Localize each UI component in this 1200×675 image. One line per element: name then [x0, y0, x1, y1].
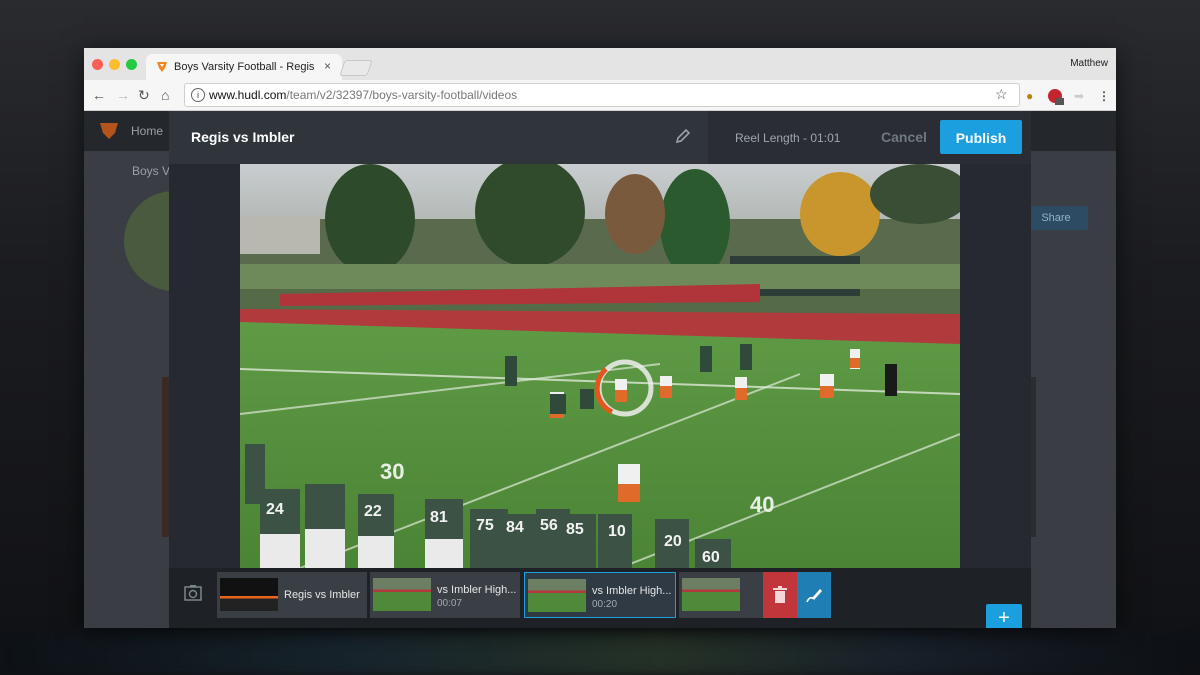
jersey-number: 24	[266, 501, 284, 518]
camera-icon[interactable]	[184, 584, 202, 602]
clip-duration: 00:07	[437, 598, 463, 609]
back-icon[interactable]: ←	[92, 87, 106, 103]
window-maximize-button[interactable]	[126, 59, 137, 70]
site-nav-home[interactable]: Home	[131, 124, 163, 138]
timeline-clip-selected[interactable]: vs Imbler High... 00:20	[524, 572, 676, 618]
abp-badge-icon	[1048, 89, 1064, 105]
yard-number: 40	[750, 492, 774, 517]
jersey-number: 81	[430, 509, 448, 526]
hudl-favicon-icon	[157, 62, 167, 72]
clip-duration: 00:20	[592, 599, 618, 610]
url-host: www.hudl.com	[209, 88, 287, 102]
info-icon[interactable]: i	[191, 88, 205, 102]
clip-label: vs Imbler High...	[592, 585, 672, 597]
extension-disabled-icon[interactable]: ➡	[1074, 89, 1084, 103]
reel-length: Reel Length - 01:01	[735, 131, 841, 145]
team-avatar	[124, 191, 174, 291]
browser-toolbar: ← → ↻ ⌂ i www.hudl.com/team/v2/32397/boy…	[84, 80, 1116, 111]
tree	[800, 172, 880, 256]
clip-label: vs Imbler High...	[437, 584, 517, 596]
cancel-button[interactable]: Cancel	[881, 129, 927, 145]
jersey-number: 60	[702, 549, 720, 566]
jersey-number: 85	[566, 521, 584, 538]
clip-thumbnail	[220, 578, 278, 611]
timeline-clip[interactable]: Regis vs Imbler	[217, 572, 367, 618]
publish-button[interactable]: Publish	[940, 120, 1022, 154]
editor-actions: Reel Length - 01:01 Cancel Publish	[708, 111, 1031, 164]
url-text: www.hudl.com/team/v2/32397/boys-varsity-…	[209, 88, 517, 102]
site-team-name[interactable]: Boys V	[132, 164, 170, 178]
clip-thumbnail	[528, 579, 586, 612]
video-frame: 30 40 24 22 81 75 84 56 85 10 20 60	[240, 164, 960, 568]
jersey-number: 56	[540, 517, 558, 534]
address-bar[interactable]: i www.hudl.com/team/v2/32397/boys-varsit…	[184, 83, 1020, 107]
editor-header: Regis vs Imbler Reel Length - 01:01 Canc…	[169, 111, 1031, 164]
browser-tab[interactable]: Boys Varsity Football - Regis ×	[146, 54, 342, 80]
reel-title[interactable]: Regis vs Imbler	[191, 129, 295, 145]
jersey-number: 84	[506, 519, 524, 536]
clip-timeline: Regis vs Imbler vs Imbler High... 00:07 …	[169, 568, 1031, 628]
menu-icon[interactable]: ⋮	[1098, 89, 1110, 103]
clip-label: Regis vs Imbler	[284, 589, 360, 601]
trash-icon	[773, 586, 787, 603]
extension-acorn-icon[interactable]: ●	[1026, 89, 1033, 103]
backdrop-glow	[0, 630, 1200, 675]
extension-abp-icon[interactable]	[1048, 89, 1064, 108]
referee	[885, 364, 897, 396]
field-far	[240, 264, 960, 289]
star-icon[interactable]: ☆	[995, 86, 1008, 103]
tab-title: Boys Varsity Football - Regis	[174, 61, 315, 73]
window-close-button[interactable]	[92, 59, 103, 70]
page-content: Home Boys V Share Regis vs Imbler Reel L…	[84, 111, 1116, 628]
reel-editor-modal: Regis vs Imbler Reel Length - 01:01 Canc…	[169, 111, 1031, 628]
pencil-icon[interactable]	[674, 127, 692, 145]
video-player[interactable]: 30 40 24 22 81 75 84 56 85 10 20 60	[240, 164, 960, 568]
tab-strip: Boys Varsity Football - Regis × Matthew	[84, 48, 1116, 80]
window-minimize-button[interactable]	[109, 59, 120, 70]
delete-clip-button[interactable]	[763, 572, 797, 618]
jersey-number: 10	[608, 523, 626, 540]
yard-number: 30	[380, 459, 404, 484]
url-path: /team/v2/32397/boys-varsity-football/vid…	[286, 88, 518, 102]
new-tab-button[interactable]	[339, 60, 373, 76]
forward-icon[interactable]: →	[116, 87, 130, 103]
add-clip-button[interactable]: +	[986, 604, 1022, 628]
share-button[interactable]: Share	[1024, 206, 1088, 230]
jersey-number: 22	[364, 503, 382, 520]
tree	[660, 169, 730, 279]
timeline-clip[interactable]	[679, 572, 763, 618]
profile-name[interactable]: Matthew	[1070, 58, 1108, 69]
house	[240, 216, 320, 254]
clip-thumbnail	[682, 578, 740, 611]
timeline-clip[interactable]: vs Imbler High... 00:07	[370, 572, 520, 618]
tree	[325, 164, 415, 274]
reload-icon[interactable]: ↻	[138, 87, 150, 103]
hudl-logo-icon[interactable]	[98, 121, 120, 141]
draw-icon	[806, 589, 822, 603]
jersey-number: 20	[664, 533, 682, 550]
tab-close-icon[interactable]: ×	[324, 59, 331, 73]
browser-window: Boys Varsity Football - Regis × Matthew …	[84, 48, 1116, 628]
home-icon[interactable]: ⌂	[161, 87, 169, 103]
draw-tool-button[interactable]	[797, 572, 831, 618]
tree	[605, 174, 665, 254]
jersey-number: 75	[476, 517, 494, 534]
clip-thumbnail	[373, 578, 431, 611]
